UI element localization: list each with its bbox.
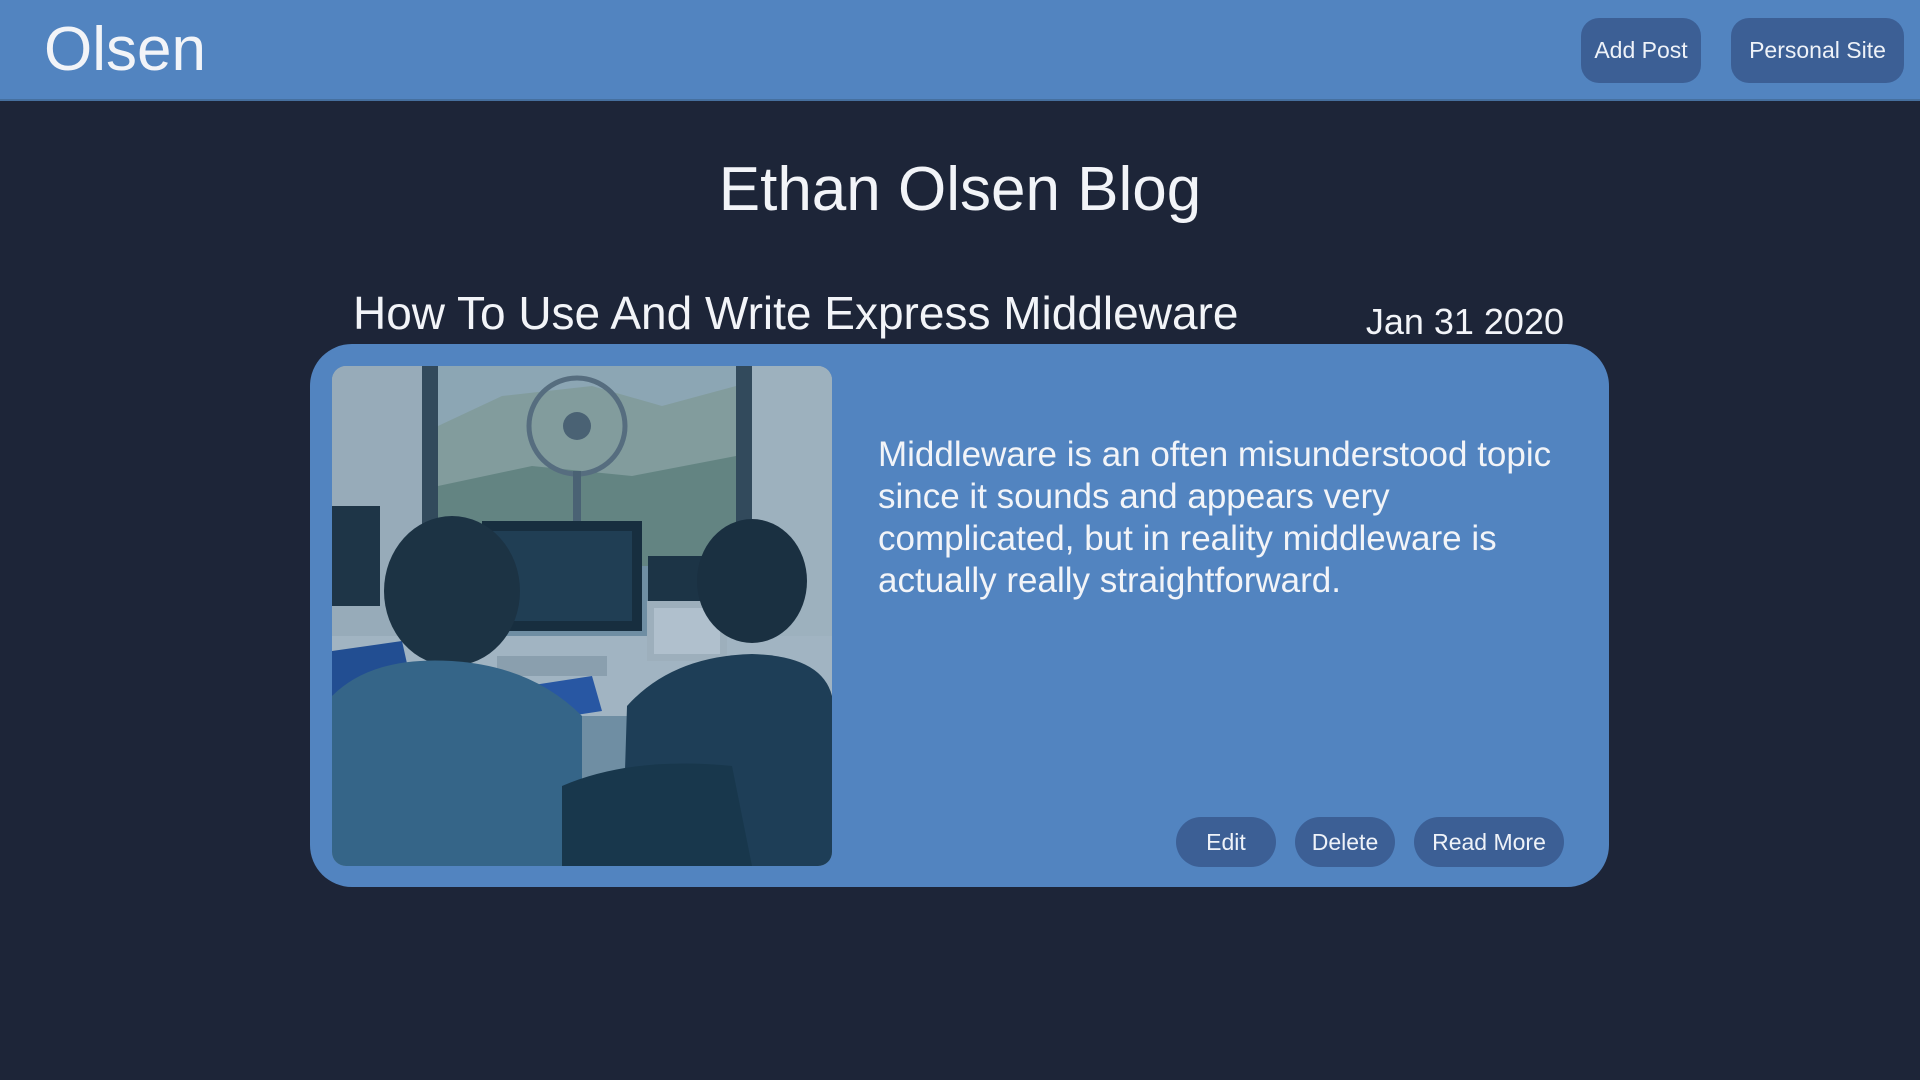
post-date: Jan 31 2020 <box>1365 301 1564 342</box>
post-title: How To Use And Write Express Middleware <box>353 287 1239 339</box>
read-more-button[interactable]: Read More <box>1414 817 1564 867</box>
delete-button[interactable]: Delete <box>1295 817 1395 867</box>
post-thumbnail <box>332 366 832 866</box>
post-image <box>332 366 832 866</box>
edit-button[interactable]: Edit <box>1176 817 1276 867</box>
post-excerpt: Middleware is an often misunderstood top… <box>878 435 1552 600</box>
add-post-button[interactable]: Add Post <box>1581 18 1701 83</box>
brand-logo[interactable]: Olsen <box>44 12 206 88</box>
personal-site-button[interactable]: Personal Site <box>1731 18 1904 83</box>
page-title: Ethan Olsen Blog <box>718 155 1202 224</box>
top-navbar: Olsen Add Post Personal Site <box>0 0 1920 101</box>
post-card: Middleware is an often misunderstood top… <box>310 344 1609 887</box>
